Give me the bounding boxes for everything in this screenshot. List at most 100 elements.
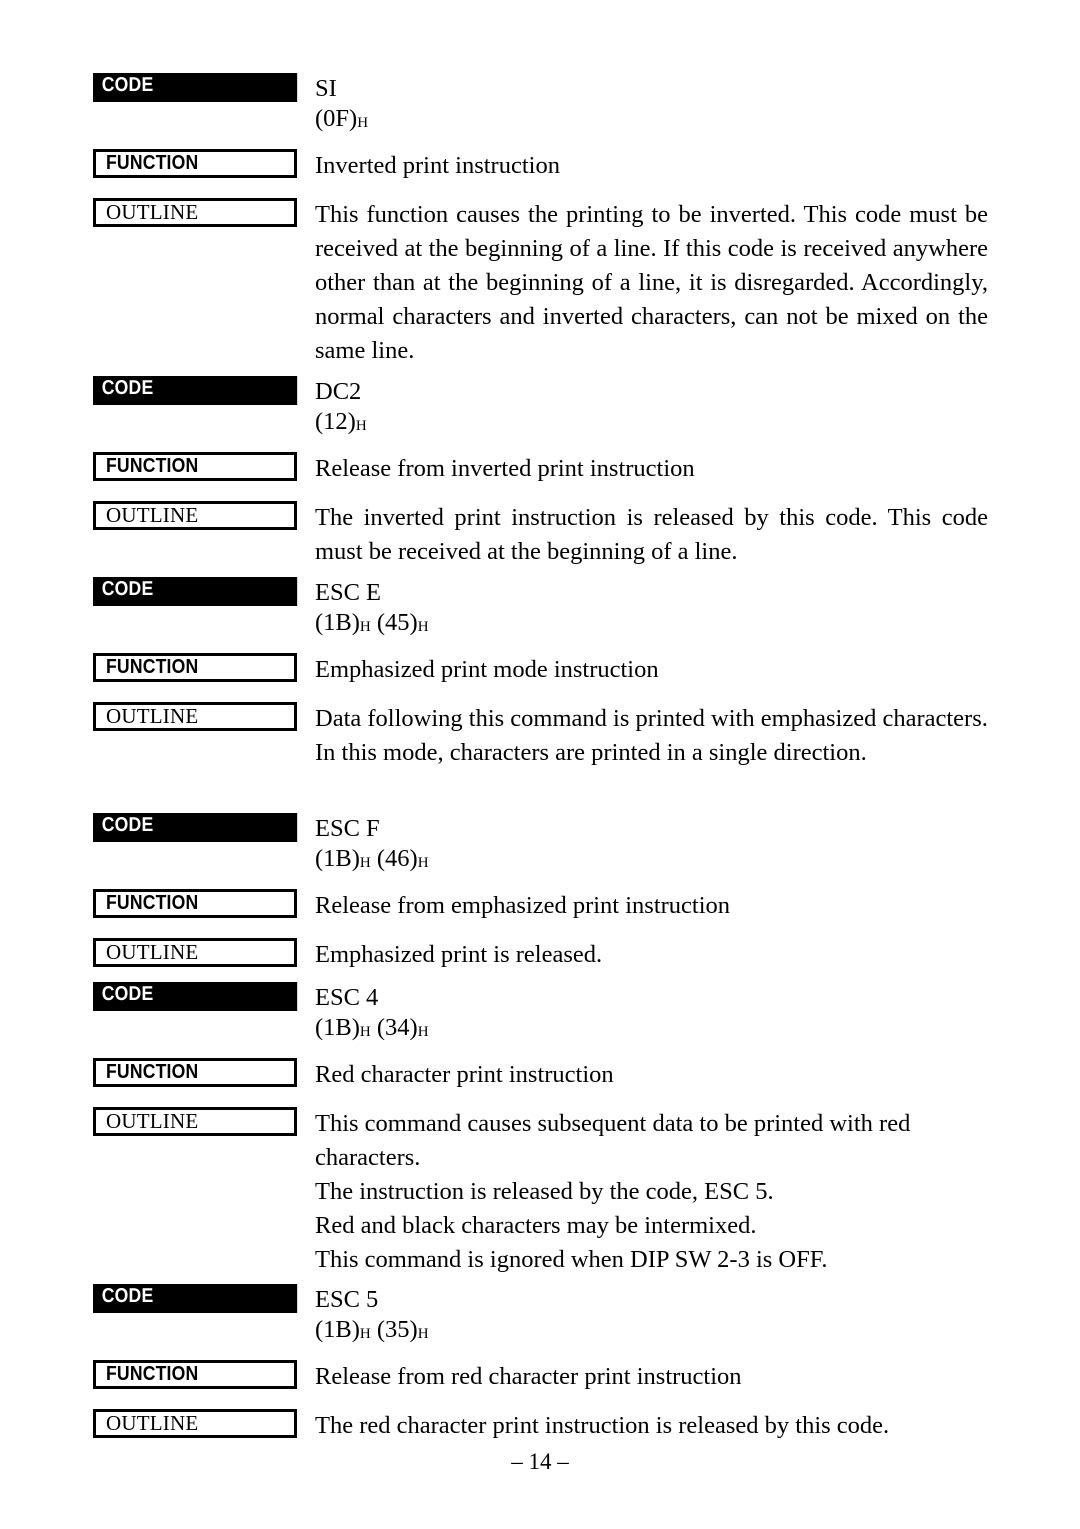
function-label-cell: FUNCTION (93, 149, 297, 178)
function-label-cell: FUNCTION (93, 653, 297, 682)
code-content: ESC 5 (1B)H (35)H (297, 1284, 988, 1348)
code-hex-value: (1B) (315, 1316, 360, 1343)
code-label-cell: CODE (93, 1284, 298, 1313)
outline-row: OUTLINE Emphasized print is released. (93, 938, 988, 972)
outline-label-cell: OUTLINE (93, 1409, 297, 1438)
outline-paragraph: Data following this command is printed w… (315, 705, 988, 732)
function-row: FUNCTION Red character print instruction (93, 1058, 988, 1092)
function-content: Inverted print instruction (297, 149, 988, 183)
function-label-cell: FUNCTION (93, 889, 297, 918)
code-label-cell: CODE (93, 813, 298, 842)
code-label: CODE (93, 1284, 298, 1313)
code-content: DC2 (12)H (297, 376, 988, 440)
code-hex-suffix-2: H (417, 1024, 429, 1040)
function-label-text: FUNCTION (106, 892, 199, 914)
function-label: FUNCTION (93, 149, 297, 178)
code-hex-suffix: H (355, 418, 367, 434)
function-content: Release from red character print instruc… (297, 1360, 988, 1394)
code-label-cell: CODE (93, 73, 298, 102)
function-label: FUNCTION (93, 1360, 297, 1389)
command-section-esc-4: CODE ESC 4 (1B)H (34)H FUNCTION Red char… (93, 982, 988, 1277)
outline-paragraph: This command is ignored when DIP SW 2-3 … (315, 1246, 828, 1273)
function-row: FUNCTION Release from inverted print ins… (93, 452, 988, 486)
code-label: CODE (93, 73, 298, 102)
code-hex-suffix: H (359, 855, 371, 871)
code-hex-value: (12) (315, 408, 356, 435)
outline-paragraph: In this mode, characters are printed in … (315, 739, 867, 766)
outline-label: OUTLINE (93, 702, 297, 731)
code-hex: (1B)H (35)H (315, 1315, 988, 1348)
code-hex-value: (1B) (315, 609, 360, 636)
code-content: ESC F (1B)H (46)H (297, 813, 988, 877)
outline-row: OUTLINE This function causes the printin… (93, 198, 988, 368)
code-label-cell: CODE (93, 982, 298, 1011)
code-hex-value-2: (45) (376, 609, 418, 636)
code-hex: (1B)H (46)H (315, 844, 988, 877)
function-label-text: FUNCTION (106, 1061, 199, 1083)
outline-label-cell: OUTLINE (93, 702, 297, 731)
code-label-cell: CODE (93, 376, 298, 405)
outline-row: OUTLINE The red character print instruct… (93, 1409, 988, 1443)
code-row: CODE ESC 4 (1B)H (34)H (93, 982, 988, 1046)
outline-label: OUTLINE (93, 501, 297, 530)
code-hex-suffix-2: H (417, 619, 429, 635)
function-content: Red character print instruction (297, 1058, 988, 1092)
outline-label: OUTLINE (93, 1409, 297, 1438)
outline-content: The red character print instruction is r… (297, 1409, 988, 1443)
function-row: FUNCTION Release from emphasized print i… (93, 889, 988, 923)
code-content: SI (0F)H (297, 73, 988, 137)
code-hex-suffix: H (359, 1326, 371, 1342)
command-section-esc-e: CODE ESC E (1B)H (45)H FUNCTION Emphasiz… (93, 577, 988, 770)
code-hex-value: (1B) (315, 845, 360, 872)
code-hex: (12)H (315, 407, 988, 440)
code-hex-suffix: H (357, 115, 369, 131)
code-row: CODE ESC F (1B)H (46)H (93, 813, 988, 877)
code-hex-value-2: (35) (376, 1316, 418, 1343)
code-name: ESC E (315, 579, 382, 606)
function-label-cell: FUNCTION (93, 452, 297, 481)
function-label: FUNCTION (93, 889, 297, 918)
outline-content: This function causes the printing to be … (297, 198, 988, 368)
code-row: CODE ESC 5 (1B)H (35)H (93, 1284, 988, 1348)
code-hex-value-2: (46) (376, 845, 418, 872)
code-label: CODE (93, 982, 298, 1011)
outline-paragraph: The red character print instruction is r… (315, 1412, 890, 1439)
function-label-text: FUNCTION (106, 1363, 199, 1385)
command-section-esc-5: CODE ESC 5 (1B)H (35)H FUNCTION Release … (93, 1284, 988, 1443)
function-label: FUNCTION (93, 1058, 297, 1087)
function-text: Release from red character print instruc… (315, 1363, 742, 1390)
function-text: Release from inverted print instruction (315, 455, 695, 482)
outline-row: OUTLINE This command causes subsequent d… (93, 1107, 988, 1277)
function-row: FUNCTION Release from red character prin… (93, 1360, 988, 1394)
outline-label: OUTLINE (93, 1107, 297, 1136)
code-label: CODE (93, 376, 298, 405)
outline-content: Emphasized print is released. (297, 938, 988, 972)
function-text: Inverted print instruction (315, 152, 560, 179)
function-text: Red character print instruction (315, 1061, 614, 1088)
outline-label: OUTLINE (93, 198, 297, 227)
outline-paragraph: The inverted print instruction is releas… (315, 504, 988, 565)
function-label-cell: FUNCTION (93, 1058, 297, 1087)
function-label-cell: FUNCTION (93, 1360, 297, 1389)
command-section-esc-f: CODE ESC F (1B)H (46)H FUNCTION Release … (93, 813, 988, 972)
outline-paragraph: Red and black characters may be intermix… (315, 1212, 757, 1239)
code-content: ESC 4 (1B)H (34)H (297, 982, 988, 1046)
outline-content: Data following this command is printed w… (297, 702, 988, 770)
function-text: Emphasized print mode instruction (315, 656, 659, 683)
code-row: CODE SI (0F)H (93, 73, 988, 137)
code-hex-suffix-2: H (417, 855, 429, 871)
document-page: CODE SI (0F)H FUNCTION Inverted print in… (0, 0, 1080, 1529)
function-content: Release from emphasized print instructio… (297, 889, 988, 923)
outline-paragraph: The instruction is released by the code,… (315, 1178, 774, 1205)
code-name: ESC 5 (315, 1286, 379, 1313)
code-hex-suffix-2: H (417, 1326, 429, 1342)
command-section-si: CODE SI (0F)H FUNCTION Inverted print in… (93, 73, 988, 368)
code-hex-value-2: (34) (376, 1014, 418, 1041)
outline-label-cell: OUTLINE (93, 501, 297, 530)
outline-label-cell: OUTLINE (93, 938, 297, 967)
code-name: SI (315, 75, 337, 102)
outline-label: OUTLINE (93, 938, 297, 967)
outline-label-cell: OUTLINE (93, 1107, 297, 1136)
code-name: ESC F (315, 815, 380, 842)
code-row: CODE ESC E (1B)H (45)H (93, 577, 988, 641)
